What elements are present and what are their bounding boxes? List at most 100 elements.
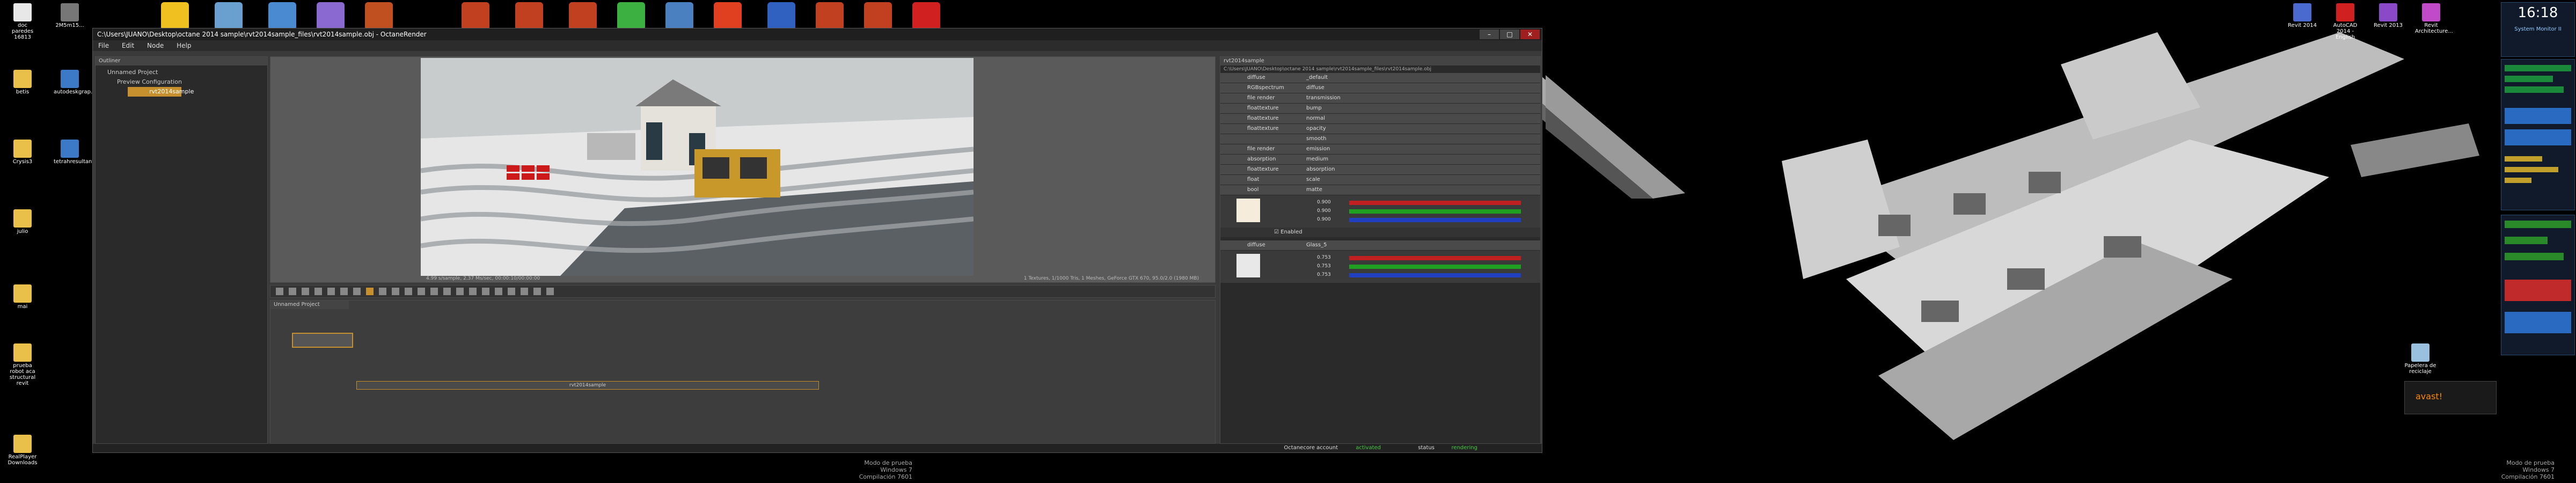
desktop-icon[interactable]: 2M5m15...	[54, 3, 86, 28]
folder-icon	[13, 343, 32, 362]
inspector-row[interactable]: file render transmission	[1220, 93, 1540, 104]
desktop-icon[interactable]: RealPlayer Downloads	[6, 435, 39, 466]
desktop-icon[interactable]: Papelera de reciclaje	[2404, 343, 2436, 375]
menu-node[interactable]: Node	[142, 42, 169, 49]
viewport-tool-icon[interactable]	[366, 288, 374, 295]
gpu-graphs	[2505, 221, 2571, 333]
viewport-tool-icon[interactable]	[418, 288, 425, 295]
inspector-row[interactable]: float scale	[1220, 175, 1540, 185]
viewport-tool-icon[interactable]	[430, 288, 438, 295]
desktop-icon[interactable]: prueba robot aca structural revit	[6, 343, 39, 386]
inspector-row[interactable]: floattexture bump	[1220, 104, 1540, 114]
glass-color-swatch[interactable]	[1236, 254, 1260, 277]
inspector-row[interactable]: RGBspectrum diffuse	[1220, 83, 1540, 93]
viewport-tool-icon[interactable]	[482, 288, 489, 295]
bag-icon[interactable]	[864, 2, 892, 30]
desktop-icon-label: Revit Architecture...	[2415, 23, 2453, 34]
desktop-icon[interactable]: betis	[6, 70, 39, 95]
row-pin: medium	[1306, 156, 1329, 162]
menu-help[interactable]: Help	[171, 42, 196, 49]
outliner-tab[interactable]: Outliner	[96, 57, 267, 65]
tree-item-project[interactable]: Unnamed Project	[96, 68, 267, 77]
render-viewport[interactable]	[421, 58, 974, 276]
viewport-tool-icon[interactable]	[314, 288, 322, 295]
diffuse-color-swatch[interactable]	[1236, 199, 1260, 222]
clock-time: 16:18	[2518, 5, 2558, 21]
desktop-icon[interactable]: mai	[6, 284, 39, 310]
desktop-icon[interactable]: doc paredes 16813	[6, 3, 39, 40]
viewport-tool-icon[interactable]	[405, 288, 412, 295]
viewport-tool-icon[interactable]	[443, 288, 451, 295]
photo-icon[interactable]	[215, 2, 243, 30]
desktop-icon[interactable]: tetrahresultant	[54, 140, 94, 165]
desktop-icon[interactable]: Revit Architecture...	[2415, 3, 2453, 34]
viewport-tool-icon[interactable]	[469, 288, 477, 295]
red-slider[interactable]	[1349, 201, 1521, 205]
desktop-icon[interactable]: Crysis3	[6, 140, 39, 165]
inspector-row[interactable]: floattexture opacity	[1220, 124, 1540, 134]
tree-item-preview[interactable]: Preview Configuration	[96, 77, 267, 87]
green-slider[interactable]	[1349, 209, 1521, 214]
desktop-icon[interactable]: Revit 2013	[2372, 3, 2404, 28]
viewport-tool-icon[interactable]	[289, 288, 296, 295]
close-button[interactable]: ✕	[1520, 30, 1540, 39]
graph-node-mesh[interactable]: rvt2014sample	[356, 381, 819, 390]
blue-value: 0.900	[1317, 217, 1331, 222]
viewport-tool-icon[interactable]	[379, 288, 386, 295]
bag-icon[interactable]	[365, 2, 393, 30]
second-material-row[interactable]: diffuse Glass_5	[1220, 240, 1540, 251]
diffuse-row[interactable]: diffuse _default	[1220, 73, 1540, 83]
green-slider-2[interactable]	[1349, 265, 1521, 269]
desktop-icon-label: AutoCAD 2014 - English	[2333, 23, 2358, 40]
viewport-tool-icon[interactable]	[353, 288, 361, 295]
bag-icon[interactable]	[515, 2, 543, 30]
bag-icon[interactable]	[816, 2, 844, 30]
inspector-row[interactable]: file render emission	[1220, 144, 1540, 155]
blue-slider-2[interactable]	[1349, 273, 1521, 277]
network-icon[interactable]	[268, 2, 296, 30]
desktop-icon[interactable]: AutoCAD 2014 - English	[2329, 3, 2361, 40]
enabled-label: Enabled	[1280, 229, 1302, 235]
inspector-row[interactable]: floattexture normal	[1220, 114, 1540, 124]
users-icon[interactable]	[665, 2, 693, 30]
help-icon[interactable]	[767, 2, 795, 30]
viewport-tool-icon[interactable]	[302, 288, 309, 295]
enabled-checkbox[interactable]: ☑ Enabled	[1220, 228, 1540, 237]
viewport-tool-icon[interactable]	[456, 288, 464, 295]
maximize-button[interactable]: □	[1500, 30, 1519, 39]
menu-edit[interactable]: Edit	[116, 42, 140, 49]
cube-icon[interactable]	[317, 2, 345, 30]
viewport-tool-icon[interactable]	[533, 288, 541, 295]
viewport-tool-icon[interactable]	[546, 288, 554, 295]
shield-icon[interactable]	[161, 2, 189, 30]
power-icon[interactable]	[714, 2, 742, 30]
desktop-icon[interactable]: julio	[6, 209, 39, 235]
inspector-row[interactable]: bool matte	[1220, 185, 1540, 195]
viewport-tool-icon[interactable]	[327, 288, 335, 295]
viewport-tool-icon[interactable]	[276, 288, 283, 295]
viewport-tool-icon[interactable]	[392, 288, 399, 295]
desktop-icon[interactable]: Revit 2014	[2286, 3, 2318, 28]
bag-icon[interactable]	[569, 2, 597, 30]
menu-file[interactable]: File	[93, 42, 114, 49]
bag-icon[interactable]	[462, 2, 489, 30]
inspector-row[interactable]: absorption medium	[1220, 155, 1540, 165]
viewport-tool-icon[interactable]	[340, 288, 348, 295]
arrow-right-icon[interactable]	[617, 2, 645, 30]
minimize-button[interactable]: –	[1480, 30, 1499, 39]
viewport-tool-icon[interactable]	[495, 288, 502, 295]
red-slider-2[interactable]	[1349, 256, 1521, 260]
graph-node-preview[interactable]	[292, 333, 353, 348]
graph-tab[interactable]: Unnamed Project	[270, 301, 349, 309]
pdf-icon[interactable]	[912, 2, 940, 30]
viewport-tool-icon[interactable]	[508, 288, 515, 295]
blue-slider[interactable]	[1349, 218, 1521, 222]
desktop-icon[interactable]: autodeskgrap...	[54, 70, 96, 95]
viewport-tool-icon[interactable]	[521, 288, 528, 295]
inspector-row[interactable]: smooth	[1220, 134, 1540, 144]
inspector-row[interactable]: floattexture absorption	[1220, 165, 1540, 175]
avast-gadget[interactable]: avast!	[2404, 381, 2497, 414]
os-label-2: Windows 7	[2522, 466, 2555, 473]
row-pin: normal	[1306, 115, 1326, 121]
tree-item-mesh[interactable]: rvt2014sample	[128, 87, 194, 97]
